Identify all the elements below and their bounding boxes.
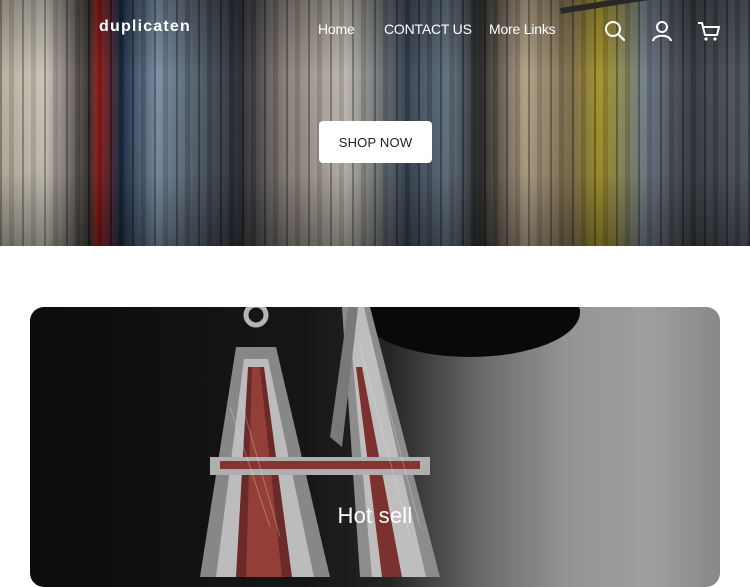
nav-contact-link[interactable]: CONTACT US xyxy=(384,21,472,37)
hot-sell-card[interactable]: Hot sell xyxy=(30,307,720,587)
feature-overlay xyxy=(30,307,720,587)
nav-home-link[interactable]: Home xyxy=(318,21,355,37)
brand-logo[interactable]: duplicaten xyxy=(99,18,191,36)
cart-icon[interactable] xyxy=(696,18,722,44)
hero-banner: duplicaten Home CONTACT US More Links SH… xyxy=(0,0,750,246)
feature-title: Hot sell xyxy=(337,503,413,528)
nav-more-links[interactable]: More Links xyxy=(489,21,556,37)
account-icon[interactable] xyxy=(649,18,675,44)
search-icon[interactable] xyxy=(602,18,628,44)
shop-now-button[interactable]: SHOP NOW xyxy=(319,121,432,163)
